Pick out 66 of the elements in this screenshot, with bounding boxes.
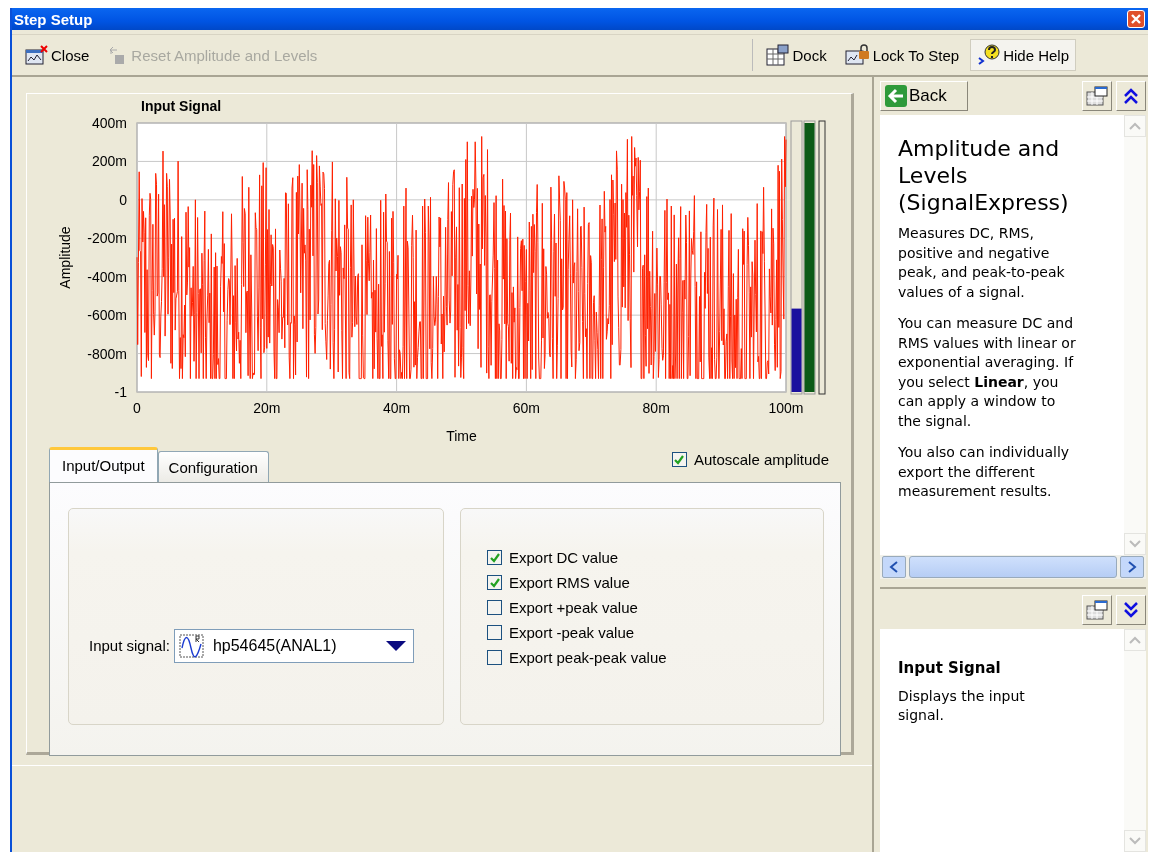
help-icon — [977, 44, 1002, 66]
back-arrow-icon — [885, 85, 907, 107]
export-label: Export RMS value — [509, 574, 630, 591]
scroll-down-icon — [1129, 837, 1141, 845]
scroll-up-icon — [1129, 122, 1141, 130]
x-tick-label: 20m — [253, 400, 281, 416]
lock-button[interactable]: Lock To Step — [837, 39, 967, 71]
caret-icon — [384, 639, 407, 652]
y-tick-label: 0 — [119, 191, 127, 208]
scroll-right-icon — [1127, 561, 1137, 573]
export-label: Export DC value — [509, 549, 619, 566]
export-checkbox[interactable] — [487, 575, 502, 590]
chart-close-icon — [25, 45, 49, 65]
export-checkbox[interactable] — [487, 600, 502, 615]
x-tick-label: 80m — [642, 400, 670, 416]
help-paragraph: You also can individually export the different measurement results. — [898, 443, 1071, 501]
help-paragraph: Measures DC, RMS, positive and negative peak, and peak-to-peak values of a signal. — [898, 224, 1066, 302]
close-button[interactable]: Close — [18, 40, 97, 70]
scroll-left-icon — [889, 561, 899, 573]
graph-title: Input Signal — [141, 98, 222, 114]
collapse-up-icon[interactable] — [1116, 81, 1146, 111]
tab[interactable]: Input/Output — [49, 447, 158, 482]
input-signal-label: Input signal: — [89, 637, 170, 654]
y-tick-label: -1 — [114, 384, 127, 400]
horizontal-scrollbar[interactable] — [880, 555, 1146, 579]
tab[interactable]: Configuration — [157, 451, 269, 482]
autoscale-checkbox[interactable] — [671, 452, 687, 467]
input-signal-dropdown[interactable]: hp54645(ANAL1) — [173, 628, 414, 663]
y-tick-label: -800m — [87, 345, 127, 362]
y-tick-label: 400m — [91, 115, 127, 131]
window-title: Step Setup — [14, 10, 93, 28]
x-tick-label: 0 — [133, 400, 141, 416]
hide-help-button[interactable]: Hide Help — [970, 39, 1076, 71]
autoscale-label: Autoscale amplitude — [693, 451, 829, 468]
x-tick-label: 100m — [768, 400, 804, 416]
help-paragraph: You can measure DC and RMS values with linear or exponential averaging. If you select Linear, you can apply a window to the signal. — [898, 314, 1077, 431]
scroll-up-icon — [1129, 636, 1141, 644]
export-checkbox[interactable] — [487, 650, 502, 665]
y-tick-label: 200m — [91, 153, 127, 170]
export-checkbox[interactable] — [487, 625, 502, 640]
x-axis-label: Time — [446, 428, 477, 444]
signal-icon — [178, 633, 205, 658]
back-button[interactable]: Back — [880, 81, 968, 111]
x-tick-label: 40m — [383, 400, 411, 416]
export-label: Export peak-peak value — [509, 649, 667, 666]
y-tick-label: -600m — [87, 307, 127, 324]
dock-icon[interactable] — [1082, 81, 1112, 111]
y-axis-label: Amplitude — [57, 226, 73, 289]
close-icon[interactable] — [1127, 10, 1145, 28]
dock-icon[interactable] — [1082, 595, 1112, 625]
context-help-heading: Input Signal — [898, 659, 1002, 679]
expand-down-icon[interactable] — [1116, 595, 1146, 625]
vertical-scrollbar[interactable] — [1124, 115, 1146, 555]
y-tick-label: -400m — [87, 268, 127, 285]
dock-icon — [766, 44, 791, 66]
x-tick-label: 60m — [512, 400, 540, 416]
vertical-scrollbar[interactable] — [1124, 629, 1146, 852]
export-label: Export +peak value — [509, 599, 638, 616]
dock-button[interactable]: Dock — [759, 39, 834, 71]
y-tick-label: -200m — [87, 230, 127, 247]
export-label: Export -peak value — [509, 624, 635, 641]
help-heading: Amplitude and Levels (SignalExpress) — [898, 135, 1070, 216]
export-checkbox[interactable] — [487, 550, 502, 565]
scroll-down-icon — [1129, 540, 1141, 548]
lock-icon — [844, 44, 871, 66]
context-help-text: Displays the input signal. — [898, 686, 1026, 725]
